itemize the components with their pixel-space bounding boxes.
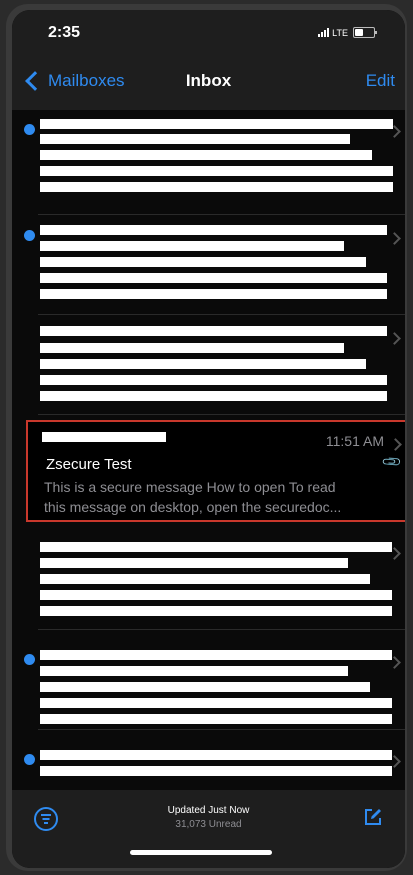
unread-dot-icon xyxy=(24,124,35,135)
redacted-text xyxy=(40,391,387,401)
bottom-toolbar: Updated Just Now 31,073 Unread xyxy=(12,790,405,868)
message-row[interactable] xyxy=(12,315,405,415)
back-label: Mailboxes xyxy=(48,71,125,90)
phone-screen: 2:35 LTE Mailboxes Inbox Edit 11:51 AM Z… xyxy=(12,10,405,868)
message-preview-line: This is a secure message How to open To … xyxy=(44,479,336,495)
edit-button[interactable]: Edit xyxy=(366,71,395,91)
message-row[interactable] xyxy=(12,110,405,215)
highlighted-message-row[interactable]: 11:51 AM Zsecure Test 📎 This is a secure… xyxy=(26,420,405,522)
compose-icon[interactable] xyxy=(363,807,383,827)
chevron-right-icon xyxy=(388,332,401,345)
signal-icon xyxy=(318,28,330,37)
redacted-text xyxy=(40,257,366,267)
message-row[interactable] xyxy=(12,630,405,730)
redacted-text xyxy=(40,666,348,676)
redacted-text xyxy=(40,558,348,568)
redacted-sender xyxy=(42,432,166,442)
unread-dot-icon xyxy=(24,754,35,765)
message-list[interactable]: 11:51 AM Zsecure Test 📎 This is a secure… xyxy=(12,110,405,790)
status-time: 2:35 xyxy=(48,24,81,41)
redacted-text xyxy=(40,542,392,552)
redacted-text xyxy=(40,134,350,144)
redacted-text xyxy=(40,225,387,235)
redacted-text xyxy=(40,273,387,283)
message-row[interactable] xyxy=(12,215,405,315)
redacted-text xyxy=(40,590,392,600)
redacted-text xyxy=(40,714,392,724)
redacted-text xyxy=(40,150,372,160)
redacted-text xyxy=(40,766,392,776)
chevron-left-icon xyxy=(25,71,45,91)
redacted-text xyxy=(40,650,392,660)
unread-count: 31,073 Unread xyxy=(175,819,242,830)
redacted-text xyxy=(40,359,366,369)
redacted-text xyxy=(40,343,344,353)
redacted-text xyxy=(40,682,370,692)
redacted-text xyxy=(40,119,393,129)
network-label: LTE xyxy=(332,27,348,38)
redacted-text xyxy=(40,182,393,192)
redacted-text xyxy=(40,289,387,299)
message-preview: This is a secure message How to open To … xyxy=(44,477,394,517)
message-row[interactable] xyxy=(12,530,405,630)
home-indicator[interactable] xyxy=(130,850,272,855)
redacted-text xyxy=(40,326,387,336)
update-status: Updated Just Now xyxy=(167,805,250,816)
redacted-text xyxy=(40,698,392,708)
paperclip-icon: 📎 xyxy=(380,450,403,473)
redacted-text xyxy=(40,750,392,760)
unread-dot-icon xyxy=(24,654,35,665)
battery-icon xyxy=(353,27,377,38)
message-preview-line: this message on desktop, open the secure… xyxy=(44,499,342,515)
redacted-text xyxy=(40,574,370,584)
redacted-text xyxy=(40,241,344,251)
message-time: 11:51 AM xyxy=(325,433,384,449)
message-subject: Zsecure Test xyxy=(46,456,132,473)
redacted-text xyxy=(40,166,393,176)
redacted-text xyxy=(40,606,392,616)
unread-dot-icon xyxy=(24,230,35,241)
back-to-mailboxes-button[interactable]: Mailboxes xyxy=(24,71,125,91)
top-bar: 2:35 LTE Mailboxes Inbox Edit xyxy=(12,10,405,110)
message-row[interactable] xyxy=(12,730,405,790)
redacted-text xyxy=(40,375,387,385)
chevron-right-icon xyxy=(389,438,402,451)
status-indicators: LTE xyxy=(318,27,377,38)
chevron-right-icon xyxy=(388,232,401,245)
